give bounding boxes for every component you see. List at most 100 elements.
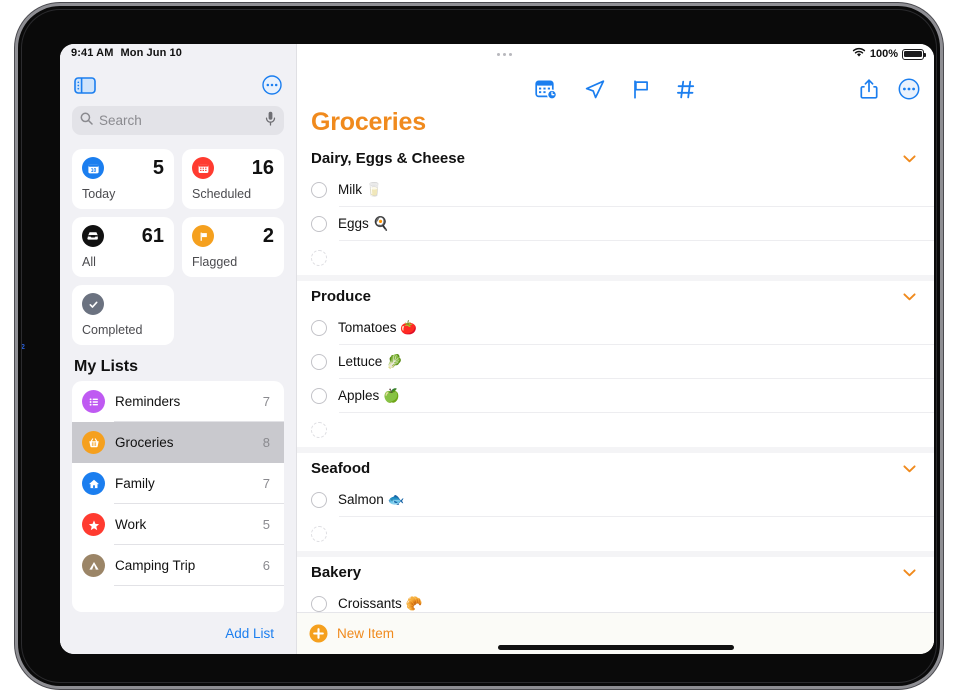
- share-icon[interactable]: [860, 78, 878, 100]
- page-title: Groceries: [311, 108, 426, 136]
- smart-list-completed[interactable]: Completed: [72, 285, 174, 345]
- smart-list-flagged[interactable]: 2 Flagged: [182, 217, 284, 277]
- flag-icon[interactable]: [632, 79, 650, 100]
- bezel-annotation-marker: 2: [21, 344, 25, 351]
- reminder-item-label: Apples 🍏: [338, 388, 400, 403]
- smart-list-today[interactable]: 10 5 Today: [72, 149, 174, 209]
- search-placeholder: Search: [99, 113, 142, 128]
- sidebar-item-work[interactable]: Work 5: [72, 504, 284, 545]
- search-icon: [80, 112, 93, 130]
- sidebar: Search 10 5 Today 16 Scheduled 61 All 2 …: [60, 44, 296, 654]
- plus-circle-icon[interactable]: [309, 624, 328, 643]
- smart-list-count: 5: [152, 157, 164, 179]
- section-title: Seafood: [311, 460, 371, 477]
- sidebar-bottom-bar: Add List: [60, 612, 296, 654]
- checkmark-icon: [82, 293, 104, 315]
- sidebar-item-label: Family: [115, 476, 155, 491]
- sidebar-item-groceries[interactable]: Groceries 8: [72, 422, 284, 463]
- checkbox-circle-icon[interactable]: [311, 422, 327, 438]
- smart-list-count: 2: [262, 225, 274, 247]
- list-bullet-icon: [82, 390, 105, 413]
- reminder-item-label: Milk 🥛: [338, 182, 383, 197]
- calendar-badge-icon[interactable]: [535, 79, 558, 100]
- hashtag-icon[interactable]: [676, 79, 696, 100]
- checkbox-circle-icon[interactable]: [311, 250, 327, 266]
- sidebar-item-camping-trip[interactable]: Camping Trip 6: [72, 545, 284, 586]
- toolbar-right-group: [860, 78, 920, 100]
- smart-list-all[interactable]: 61 All: [72, 217, 174, 277]
- my-lists-header: My Lists: [74, 358, 139, 375]
- sidebar-item-family[interactable]: Family 7: [72, 463, 284, 504]
- smart-list-count: 61: [141, 225, 164, 247]
- reminder-item[interactable]: Salmon 🐟: [297, 483, 934, 517]
- reminder-item-empty[interactable]: [297, 413, 934, 447]
- more-circle-icon[interactable]: [262, 75, 282, 95]
- reminder-item[interactable]: Milk 🥛: [297, 173, 934, 207]
- sidebar-item-count: 8: [262, 435, 270, 450]
- reminder-item[interactable]: Eggs 🍳: [297, 207, 934, 241]
- smart-list-label: Today: [82, 187, 116, 201]
- checkbox-circle-icon[interactable]: [311, 320, 327, 336]
- smart-list-grid: 10 5 Today 16 Scheduled 61 All 2 Flagged…: [72, 149, 284, 345]
- sidebar-item-label: Camping Trip: [115, 558, 196, 573]
- sidebar-toggle-icon[interactable]: [74, 76, 96, 94]
- chevron-down-icon[interactable]: [903, 289, 916, 304]
- chevron-down-icon[interactable]: [903, 565, 916, 580]
- sidebar-item-count: 7: [262, 476, 270, 491]
- reminder-item-label: Salmon 🐟: [338, 492, 405, 507]
- section-title: Dairy, Eggs & Cheese: [311, 150, 465, 167]
- smart-list-label: All: [82, 255, 96, 269]
- toolbar-center-group: [297, 79, 934, 100]
- main-panel: Groceries Dairy, Eggs & Cheese Milk 🥛 Eg…: [296, 44, 934, 654]
- reminders-list[interactable]: Dairy, Eggs & Cheese Milk 🥛 Eggs 🍳 Produ…: [297, 143, 934, 654]
- flag-icon: [192, 225, 214, 247]
- smart-list-scheduled[interactable]: 16 Scheduled: [182, 149, 284, 209]
- location-arrow-icon[interactable]: [584, 79, 606, 100]
- microphone-icon[interactable]: [265, 111, 276, 131]
- new-item-button[interactable]: New Item: [337, 626, 394, 641]
- ipad-screen: 9:41 AM Mon Jun 10 100% Search 10 5 Toda…: [60, 44, 934, 654]
- reminder-item-label: Eggs 🍳: [338, 216, 390, 231]
- chevron-down-icon[interactable]: [903, 461, 916, 476]
- checkbox-circle-icon[interactable]: [311, 182, 327, 198]
- section-header-seafood[interactable]: Seafood: [297, 453, 934, 483]
- reminder-item-empty[interactable]: [297, 241, 934, 275]
- basket-icon: [82, 431, 105, 454]
- checkbox-circle-icon[interactable]: [311, 216, 327, 232]
- smart-list-count: 16: [251, 157, 274, 179]
- reminder-item-label: Lettuce 🥬: [338, 354, 403, 369]
- my-lists-panel: Reminders 7 Groceries 8 Family 7 Work 5 …: [72, 381, 284, 612]
- reminder-item[interactable]: Apples 🍏: [297, 379, 934, 413]
- sidebar-item-label: Groceries: [115, 435, 174, 450]
- checkbox-circle-icon[interactable]: [311, 526, 327, 542]
- sidebar-top-row: [60, 68, 296, 102]
- main-toolbar: [297, 44, 934, 106]
- reminder-item[interactable]: Lettuce 🥬: [297, 345, 934, 379]
- section-header-dairy[interactable]: Dairy, Eggs & Cheese: [297, 143, 934, 173]
- inbox-icon: [82, 225, 104, 247]
- calendar-icon: [192, 157, 214, 179]
- reminder-item-label: Croissants 🥐: [338, 596, 423, 611]
- star-icon: [82, 513, 105, 536]
- section-header-produce[interactable]: Produce: [297, 281, 934, 311]
- reminder-item-label: Tomatoes 🍅: [338, 320, 418, 335]
- checkbox-circle-icon[interactable]: [311, 596, 327, 612]
- smart-list-label: Completed: [82, 323, 143, 337]
- sidebar-item-label: Reminders: [115, 394, 181, 409]
- reminder-item[interactable]: Tomatoes 🍅: [297, 311, 934, 345]
- search-input[interactable]: Search: [72, 106, 284, 135]
- chevron-down-icon[interactable]: [903, 151, 916, 166]
- section-header-bakery[interactable]: Bakery: [297, 557, 934, 587]
- sidebar-item-count: 5: [262, 517, 270, 532]
- smart-list-label: Scheduled: [192, 187, 252, 201]
- checkbox-circle-icon[interactable]: [311, 388, 327, 404]
- more-circle-icon[interactable]: [898, 78, 920, 100]
- svg-text:10: 10: [90, 167, 96, 173]
- home-indicator[interactable]: [497, 645, 734, 650]
- reminder-item-empty[interactable]: [297, 517, 934, 551]
- add-list-button[interactable]: Add List: [225, 626, 274, 641]
- smart-list-label: Flagged: [192, 255, 238, 269]
- checkbox-circle-icon[interactable]: [311, 492, 327, 508]
- checkbox-circle-icon[interactable]: [311, 354, 327, 370]
- sidebar-item-reminders[interactable]: Reminders 7: [72, 381, 284, 422]
